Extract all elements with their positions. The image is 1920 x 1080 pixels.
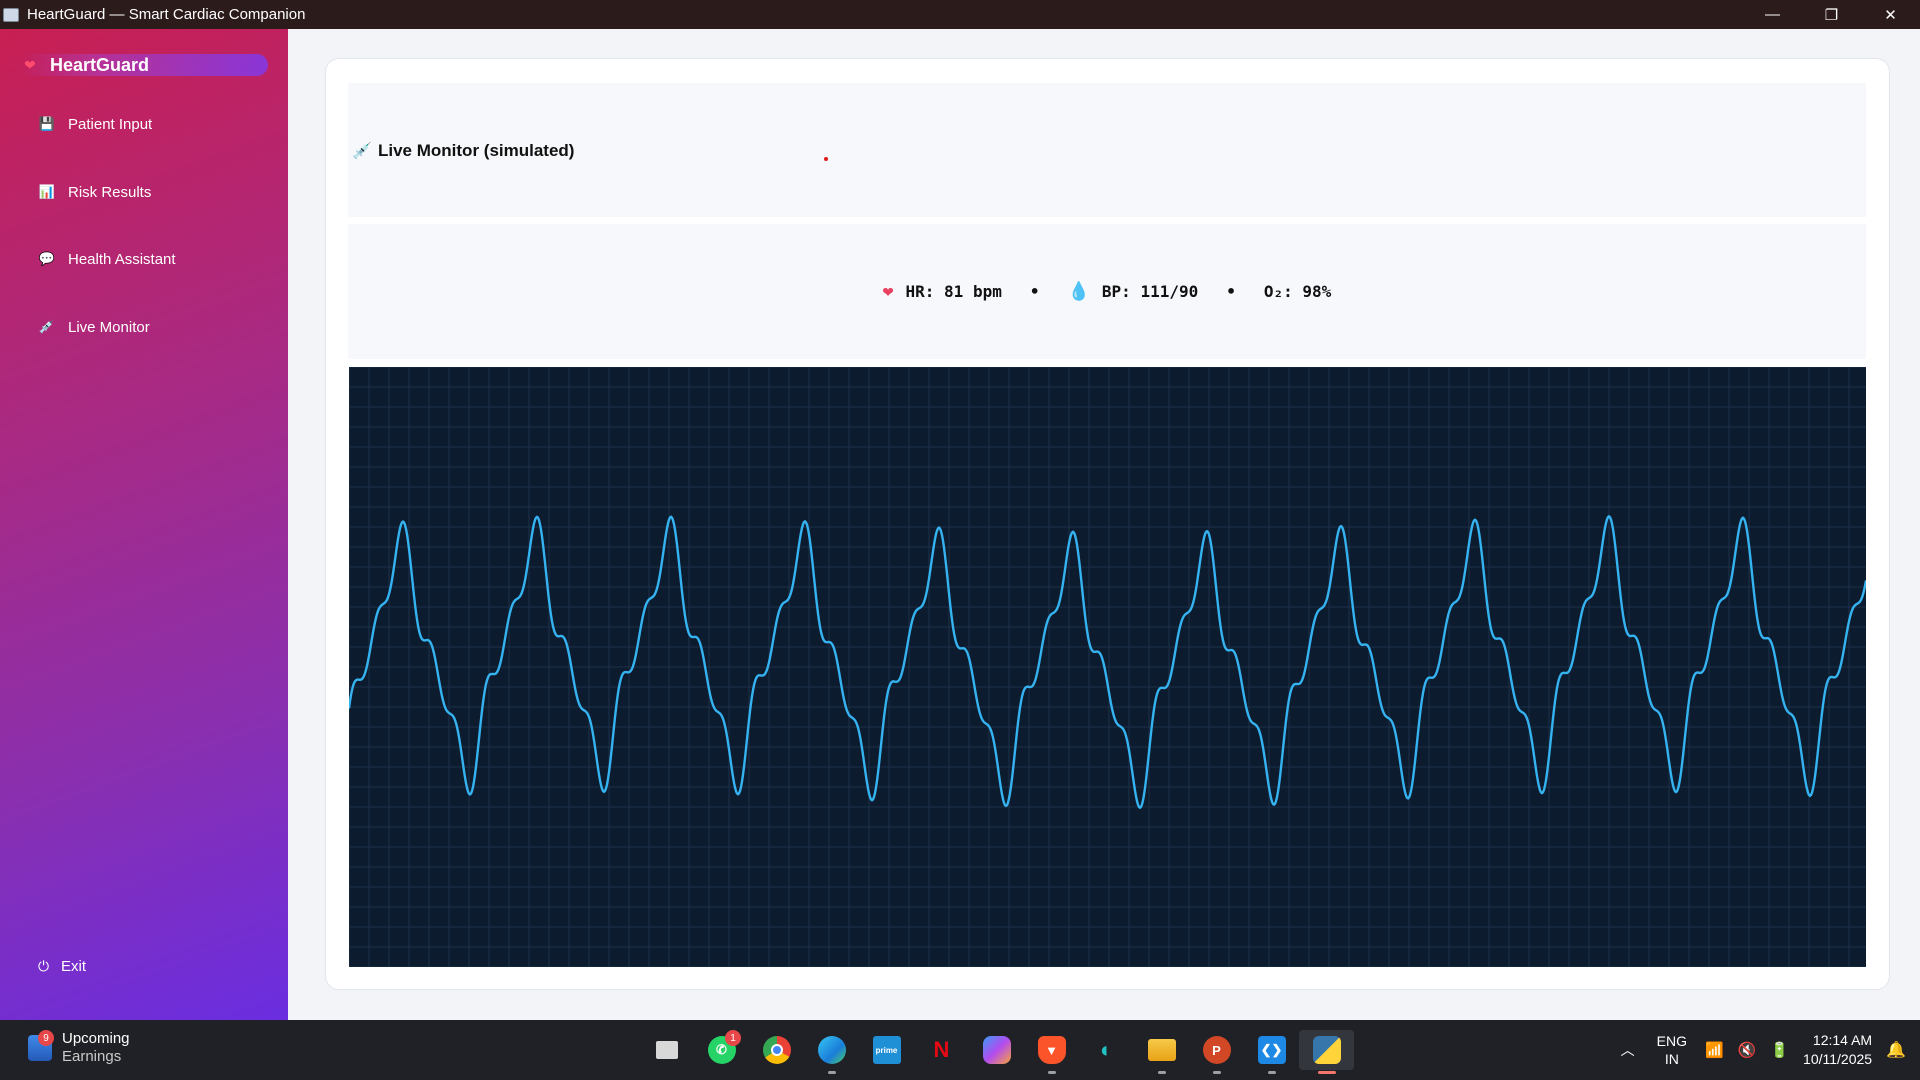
windows-logo-icon	[599, 1037, 625, 1063]
sidebar-item-health-assistant[interactable]: 💬 Health Assistant	[38, 246, 176, 272]
monitor-header: 💉 Live Monitor (simulated)	[348, 83, 1866, 217]
ecg-grid	[349, 367, 1866, 967]
brand-name: HeartGuard	[50, 54, 150, 75]
vitals-readout: ❤ HR: 81 bpm • 💧 BP: 111/90 • O₂: 98%	[348, 224, 1866, 359]
floppy-disk-icon: 💾	[38, 116, 56, 131]
start-button[interactable]	[584, 1030, 639, 1070]
notification-badge: 1	[725, 1030, 741, 1046]
sidebar: ❤ HeartGuard 💾 Patient Input 📊 Risk Resu…	[0, 29, 288, 1020]
syringe-icon: 💉	[352, 143, 372, 160]
running-indicator	[1158, 1071, 1166, 1074]
taskbar: 9 Upcoming Earnings ✆ 1 prime N ▼ ◐ P ❮❯…	[0, 1020, 1920, 1080]
sidebar-item-label: Health Assistant	[68, 250, 176, 268]
running-indicator	[1213, 1071, 1221, 1074]
running-indicator	[1268, 1071, 1276, 1074]
powerpoint-button[interactable]: P	[1189, 1030, 1244, 1074]
notification-bell-icon[interactable]: 🔔	[1886, 1040, 1906, 1060]
running-indicator	[1048, 1071, 1056, 1074]
speech-bubble-icon: 💬	[38, 251, 56, 266]
chrome-icon	[762, 1036, 791, 1064]
running-indicator	[1318, 1071, 1336, 1074]
widget-badge: 9	[38, 1030, 54, 1046]
folder-icon	[1147, 1039, 1176, 1061]
sidebar-item-patient-input[interactable]: 💾 Patient Input	[38, 111, 152, 137]
title-bar: HeartGuard — Smart Cardiac Companion — ❐…	[0, 0, 1920, 29]
edge-icon	[817, 1036, 846, 1064]
python-app-button[interactable]	[1299, 1030, 1354, 1074]
sidebar-item-label: Risk Results	[68, 183, 152, 201]
oxygen-value: O₂: 98%	[1263, 282, 1332, 301]
close-button[interactable]: ✕	[1861, 0, 1920, 29]
live-indicator-dot	[824, 157, 828, 161]
clock[interactable]: 12:14 AM 10/11/2025	[1803, 1031, 1872, 1069]
app-icon	[3, 7, 19, 22]
exit-label: Exit	[61, 958, 87, 975]
copilot-icon	[982, 1036, 1011, 1064]
brave-button[interactable]: ▼	[1024, 1030, 1079, 1074]
vscode-icon: ❮❯	[1257, 1036, 1286, 1064]
restore-button[interactable]: ❐	[1802, 0, 1861, 29]
heart-rate-value: HR: 81 bpm	[905, 282, 1002, 301]
separator: •	[1226, 282, 1236, 301]
news-widget[interactable]: 9 Upcoming Earnings	[28, 1030, 130, 1066]
ecg-waveform	[349, 367, 1866, 967]
netflix-icon: N	[933, 1037, 950, 1062]
sidebar-item-label: Live Monitor	[68, 318, 150, 336]
heart-icon: ❤	[882, 281, 894, 302]
widget-icon: 9	[28, 1030, 54, 1061]
region-code: IN	[1664, 1051, 1679, 1067]
page-title: Live Monitor (simulated)	[378, 141, 575, 160]
wave-app-icon: ◐	[1099, 1037, 1114, 1062]
task-view-icon	[655, 1041, 678, 1059]
ecg-trace	[349, 514, 1866, 810]
heart-logo-icon: ❤	[24, 57, 36, 73]
taskbar-apps: ✆ 1 prime N ▼ ◐ P ❮❯	[584, 1030, 1354, 1074]
window-title: HeartGuard — Smart Cardiac Companion	[27, 6, 306, 23]
cortana-button[interactable]: ◐	[1079, 1030, 1134, 1070]
window-controls: — ❐ ✕	[1743, 0, 1920, 29]
vscode-button[interactable]: ❮❯	[1244, 1030, 1299, 1074]
syringe-icon: 💉	[38, 319, 56, 334]
edge-button[interactable]	[804, 1030, 859, 1074]
chevron-up-icon[interactable]: ︿	[1613, 1040, 1643, 1060]
wifi-icon[interactable]: 📶	[1705, 1041, 1724, 1059]
brave-icon: ▼	[1037, 1036, 1066, 1064]
whatsapp-button[interactable]: ✆ 1	[694, 1030, 749, 1070]
copilot-button[interactable]	[969, 1030, 1024, 1070]
language-indicator[interactable]: ENG IN	[1657, 1032, 1687, 1068]
ecg-waveform-panel	[349, 367, 1866, 967]
exit-button[interactable]: ⏻ Exit	[38, 958, 86, 975]
widget-title: Upcoming	[62, 1030, 130, 1047]
prime-video-icon: prime	[872, 1036, 901, 1064]
bar-chart-icon: 📊	[38, 184, 56, 199]
language-code: ENG	[1656, 1033, 1687, 1049]
file-explorer-button[interactable]	[1134, 1030, 1189, 1074]
minimize-button[interactable]: —	[1743, 0, 1802, 29]
sidebar-item-risk-results[interactable]: 📊 Risk Results	[38, 179, 151, 205]
system-tray: ︿ ENG IN 📶 🔇 🔋 12:14 AM 10/11/2025 🔔	[1613, 1020, 1920, 1080]
sidebar-item-live-monitor[interactable]: 💉 Live Monitor	[38, 314, 150, 340]
prime-video-button[interactable]: prime	[859, 1030, 914, 1070]
sidebar-item-label: Patient Input	[68, 115, 153, 133]
blood-drop-icon: 💧	[1067, 281, 1090, 302]
brand: ❤ HeartGuard	[20, 54, 268, 76]
widget-subtitle: Earnings	[62, 1048, 122, 1065]
running-indicator	[828, 1071, 836, 1074]
powerpoint-icon: P	[1202, 1036, 1231, 1064]
netflix-button[interactable]: N	[914, 1030, 969, 1070]
separator: •	[1029, 282, 1040, 301]
blood-pressure-value: BP: 111/90	[1101, 282, 1199, 301]
task-view-button[interactable]	[639, 1030, 694, 1070]
date: 10/11/2025	[1803, 1051, 1873, 1067]
chrome-button[interactable]	[749, 1030, 804, 1070]
power-icon: ⏻	[38, 958, 50, 974]
battery-icon[interactable]: 🔋	[1770, 1041, 1789, 1059]
python-icon	[1312, 1036, 1341, 1064]
volume-muted-icon[interactable]: 🔇	[1738, 1041, 1757, 1059]
time: 12:14 AM	[1812, 1032, 1873, 1048]
